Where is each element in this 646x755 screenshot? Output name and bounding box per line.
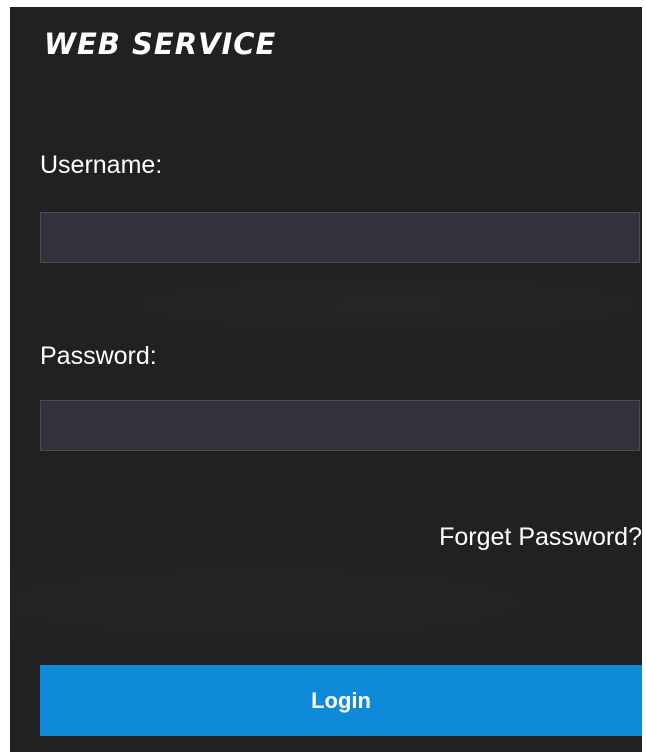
brand-title: WEB SERVICE bbox=[44, 27, 277, 61]
password-label: Password: bbox=[40, 342, 157, 370]
password-input[interactable] bbox=[40, 400, 640, 451]
forgot-password-link[interactable]: Forget Password? bbox=[439, 523, 642, 552]
username-input[interactable] bbox=[40, 212, 640, 263]
login-panel: WEB SERVICE Username: Password: Forget P… bbox=[10, 7, 642, 752]
username-label: Username: bbox=[40, 151, 163, 179]
login-button[interactable]: Login bbox=[40, 665, 642, 736]
